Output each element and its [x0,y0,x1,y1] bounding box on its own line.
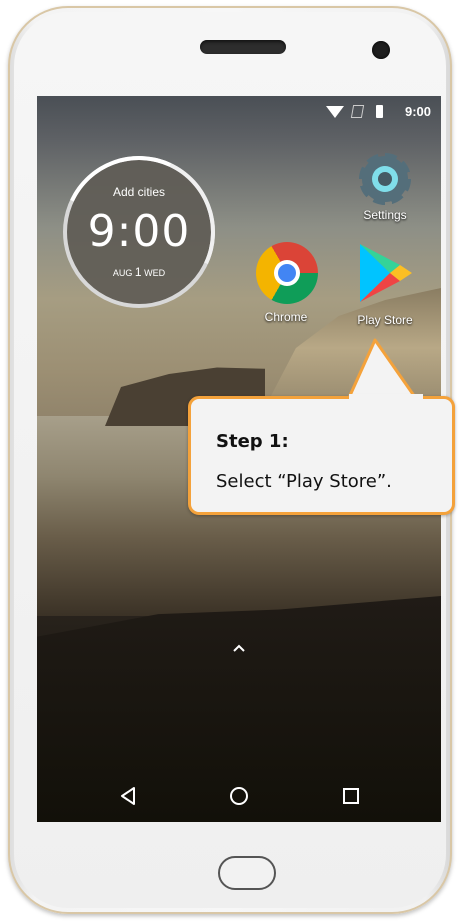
clock-date-weekday: WED [144,268,166,278]
battery-icon [376,105,383,118]
navigation-bar [37,772,441,822]
gear-icon [356,150,414,208]
recents-icon[interactable] [341,786,361,806]
app-play-store[interactable]: Play Store [355,242,415,327]
clock-widget[interactable]: Add cities 9:00 AUG 1 WED [41,134,237,330]
clock-date-day: 1 [134,265,142,279]
status-time: 9:00 [404,104,431,119]
callout-pointer-mask [349,394,423,402]
app-chrome-label: Chrome [264,310,308,324]
app-settings-label: Settings [363,208,407,222]
instruction-callout: Step 1: Select “Play Store”. [188,396,455,515]
callout-pointer [346,338,419,402]
front-camera [372,41,390,59]
play-store-icon [360,244,412,302]
back-icon[interactable] [117,785,139,807]
clock-date-month: AUG [112,268,133,278]
app-drawer-up-icon[interactable] [228,641,250,655]
no-sim-icon [350,105,365,118]
app-settings[interactable]: Settings [355,150,415,222]
wifi-icon [326,106,344,118]
callout-text: Select “Play Store”. [216,471,392,492]
callout-title: Step 1: [216,431,289,452]
clock-time: 9:00 [87,206,191,257]
chrome-icon [256,242,318,304]
earpiece [200,40,286,54]
home-icon[interactable] [228,785,250,807]
app-chrome[interactable]: Chrome [256,242,318,324]
app-play-store-label: Play Store [357,313,413,327]
status-bar: 9:00 [37,96,441,126]
clock-date: AUG 1 WED [67,265,211,279]
hardware-home-button[interactable] [218,856,276,890]
clock-add-cities[interactable]: Add cities [67,185,211,199]
